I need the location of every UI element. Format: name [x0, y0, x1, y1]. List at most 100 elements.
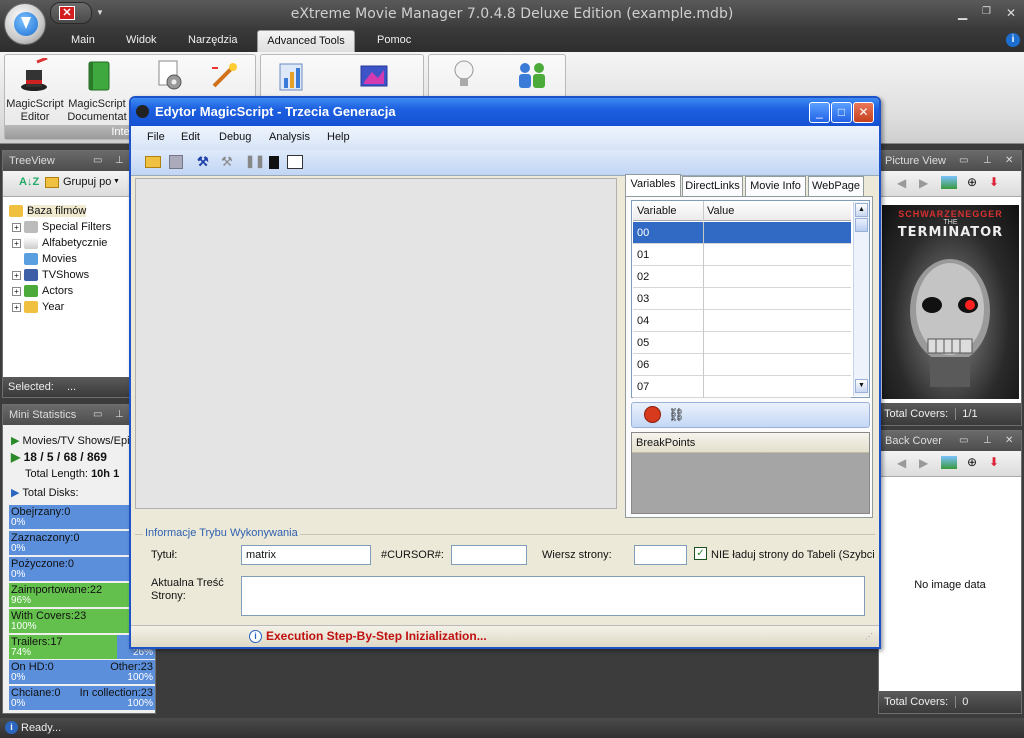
close-icon[interactable]: ✕	[1005, 431, 1013, 451]
panel-minimize-icon[interactable]: ▭	[959, 151, 968, 171]
close-icon[interactable]: ✕	[1005, 151, 1013, 171]
tab-narzedzia[interactable]: Narzędzia	[188, 34, 238, 46]
next-arrow-icon[interactable]: ▶	[919, 456, 928, 470]
minimize-button[interactable]: ▁	[958, 6, 967, 20]
sort-az-icon[interactable]: A↓Z	[19, 176, 39, 188]
download-icon[interactable]: ⬇	[989, 175, 999, 189]
panel-minimize-icon[interactable]: ▭	[93, 151, 102, 171]
tips-button[interactable]	[444, 56, 484, 96]
next-arrow-icon[interactable]: ▶	[919, 176, 928, 190]
quick-access-dropdown-icon[interactable]: ▼	[96, 8, 104, 17]
magic-wand-button[interactable]	[204, 56, 244, 96]
line-input[interactable]	[634, 545, 687, 565]
column-header-variable[interactable]: Variable	[637, 205, 677, 217]
panel-minimize-icon[interactable]: ▭	[959, 431, 968, 451]
tree-root[interactable]: Baza filmów	[9, 203, 149, 219]
stop-hand-icon[interactable]	[644, 406, 661, 423]
run-icon[interactable]: ⚒	[197, 154, 209, 170]
tree-item-movies[interactable]: Movies	[9, 251, 149, 267]
dialog-title-bar[interactable]: Edytor MagicScript - Trzecia Generacja	[131, 98, 879, 126]
pin-icon[interactable]: ⊥	[983, 151, 992, 171]
restore-button[interactable]: ❐	[982, 6, 991, 17]
download-icon[interactable]: ⬇	[989, 455, 999, 469]
script-editor-area[interactable]	[135, 178, 617, 509]
variable-row[interactable]: 04	[633, 310, 851, 332]
no-load-checkbox[interactable]: ✓	[694, 547, 707, 560]
magicscript-editor-button[interactable]: MagicScript Editor	[6, 56, 64, 126]
expand-icon[interactable]: +	[12, 222, 21, 232]
add-image-icon[interactable]: ⊕	[967, 175, 977, 189]
group-by-button[interactable]: Grupuj po	[63, 176, 111, 188]
variable-row[interactable]: 02	[633, 266, 851, 288]
variable-row[interactable]: 06	[633, 354, 851, 376]
title-input[interactable]: matrix	[241, 545, 371, 565]
expand-icon[interactable]: +	[12, 302, 21, 312]
tab-widok[interactable]: Widok	[126, 34, 157, 46]
expand-icon[interactable]: +	[12, 238, 21, 248]
statistics-button[interactable]	[272, 56, 312, 96]
cursor-input[interactable]	[451, 545, 527, 565]
tab-webpage[interactable]: WebPage	[808, 176, 864, 196]
scroll-thumb[interactable]	[855, 218, 868, 232]
tree-item-tvshows[interactable]: + TVShows	[9, 267, 149, 283]
expand-icon[interactable]: +	[12, 286, 21, 296]
breakpoints-list[interactable]: BreakPoints	[631, 432, 870, 514]
dialog-maximize-button[interactable]: □	[831, 102, 852, 123]
column-header-value[interactable]: Value	[707, 201, 734, 221]
close-button[interactable]: ✕	[1006, 6, 1016, 20]
pause-icon[interactable]: ❚❚	[245, 154, 265, 168]
stop-icon[interactable]	[269, 156, 279, 169]
add-image-icon[interactable]: ⊕	[967, 455, 977, 469]
menu-help[interactable]: Help	[327, 131, 350, 143]
app-menu-orb-button[interactable]	[4, 3, 46, 45]
open-folder-icon[interactable]	[145, 156, 161, 168]
variables-scrollbar[interactable]: ▲ ▼	[853, 202, 869, 396]
save-icon[interactable]	[169, 155, 183, 169]
resize-grip-icon[interactable]: ⋰	[865, 632, 873, 641]
help-info-icon[interactable]: i	[1006, 33, 1020, 47]
pin-icon[interactable]: ⊥	[115, 151, 124, 171]
stat-percent: 0%	[11, 672, 26, 684]
pin-icon[interactable]: ⊥	[115, 405, 124, 425]
output-window-icon[interactable]	[287, 155, 303, 169]
panel-minimize-icon[interactable]: ▭	[93, 405, 102, 425]
menu-edit[interactable]: Edit	[181, 131, 200, 143]
dropdown-arrow-icon[interactable]: ▼	[113, 178, 120, 185]
menu-file[interactable]: File	[147, 131, 165, 143]
magicscript-documentation-button[interactable]: MagicScript Documentat	[66, 56, 128, 126]
tab-directlinks[interactable]: DirectLinks	[682, 176, 743, 196]
tree-item-special-filters[interactable]: + Special Filters	[9, 219, 149, 235]
variable-row[interactable]: 00	[633, 222, 851, 244]
variable-row[interactable]: 07	[633, 376, 851, 398]
tab-main[interactable]: Main	[71, 34, 95, 46]
prev-arrow-icon[interactable]: ◀	[897, 176, 906, 190]
tree-item-actors[interactable]: + Actors	[9, 283, 149, 299]
scroll-down-icon[interactable]: ▼	[855, 379, 868, 393]
tab-pomoc[interactable]: Pomoc	[377, 34, 411, 46]
menu-analysis[interactable]: Analysis	[269, 131, 310, 143]
tab-variables[interactable]: Variables	[625, 174, 681, 196]
expand-icon[interactable]: +	[12, 270, 21, 280]
variable-row[interactable]: 01	[633, 244, 851, 266]
tab-movie-info[interactable]: Movie Info	[745, 176, 806, 196]
scroll-up-icon[interactable]: ▲	[855, 203, 868, 217]
link-icon[interactable]: ⛓	[668, 407, 685, 423]
tab-advanced-tools[interactable]: Advanced Tools	[257, 30, 355, 54]
pin-icon[interactable]: ⊥	[983, 431, 992, 451]
document-gear-button[interactable]	[150, 56, 190, 96]
dialog-close-button[interactable]: ✕	[853, 102, 874, 123]
variable-row[interactable]: 03	[633, 288, 851, 310]
users-button[interactable]	[510, 56, 554, 96]
prev-arrow-icon[interactable]: ◀	[897, 456, 906, 470]
variable-row[interactable]: 05	[633, 332, 851, 354]
menu-debug[interactable]: Debug	[219, 131, 251, 143]
close-icon[interactable]: ✕	[59, 6, 75, 20]
tree-item-year[interactable]: + Year	[9, 299, 149, 315]
picture-button[interactable]	[354, 56, 394, 96]
content-textarea[interactable]	[241, 576, 865, 616]
image-icon[interactable]	[941, 176, 957, 189]
tree-item-alfabetycznie[interactable]: + Alfabetycznie	[9, 235, 149, 251]
image-icon[interactable]	[941, 456, 957, 469]
step-icon[interactable]: ⚒	[221, 154, 233, 170]
dialog-minimize-button[interactable]: _	[809, 102, 830, 123]
